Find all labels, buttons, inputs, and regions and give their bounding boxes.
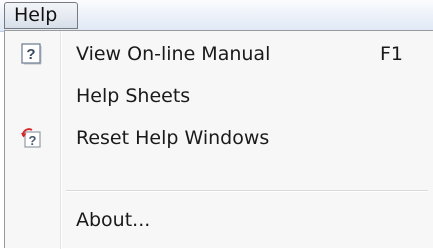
svg-text:?: ? xyxy=(26,46,35,63)
help-manual-icon: ? xyxy=(21,43,42,65)
menu-item-label: About... xyxy=(76,209,151,231)
help-menu-title[interactable]: Help xyxy=(4,2,78,29)
reset-help-icon: ? xyxy=(21,128,41,148)
menu-item-reset-help-windows[interactable]: ? Reset Help Windows xyxy=(5,119,433,157)
menu-separator-highlight xyxy=(66,191,428,192)
menu-item-help-sheets[interactable]: Help Sheets xyxy=(5,77,433,115)
menu-item-about[interactable]: About... xyxy=(5,201,433,239)
menu-item-view-online-manual[interactable]: ? View On-line Manual F1 xyxy=(5,35,433,73)
menu-item-label: Help Sheets xyxy=(76,85,191,107)
help-dropdown-menu: ? View On-line Manual F1 Help Sheets ? R… xyxy=(4,30,433,249)
menu-bar: Help xyxy=(0,0,433,32)
svg-text:?: ? xyxy=(29,133,37,148)
menu-item-label: View On-line Manual xyxy=(76,43,271,65)
menu-item-shortcut: F1 xyxy=(380,43,404,65)
menu-item-label: Reset Help Windows xyxy=(76,127,270,149)
